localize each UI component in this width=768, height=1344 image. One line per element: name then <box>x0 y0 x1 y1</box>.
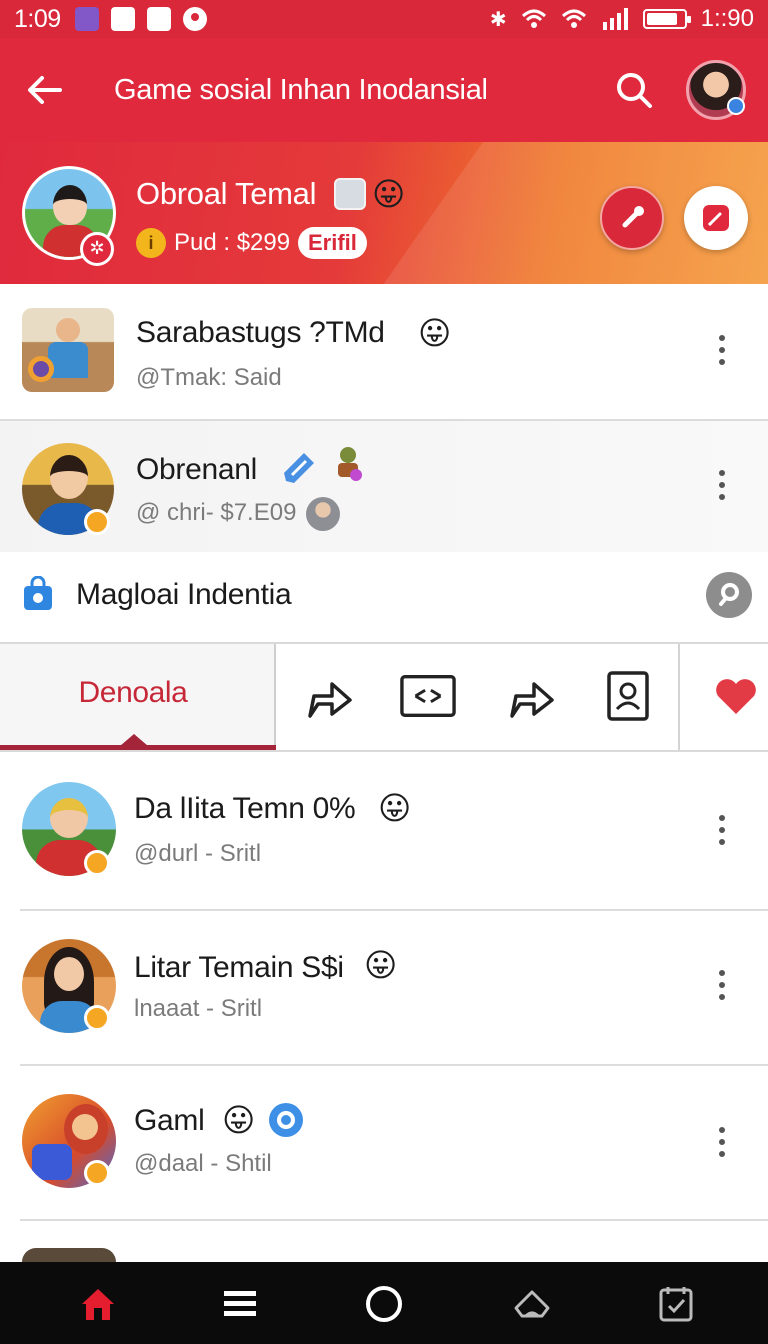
cloud-up-icon <box>514 1290 550 1318</box>
key-icon <box>719 583 739 606</box>
tongue-emoji-icon: 😛 <box>378 790 412 826</box>
notification-icons <box>74 7 207 31</box>
list-item[interactable]: Da lIita Temn 0% 😛 @durl - Sritl <box>0 752 768 910</box>
game-thumbnail <box>22 308 114 392</box>
divider <box>20 1219 768 1221</box>
more-options-icon[interactable] <box>704 961 740 1009</box>
battery-icon <box>642 9 691 29</box>
circle-notification-icon <box>182 7 207 31</box>
tab-favorites[interactable] <box>708 670 764 722</box>
link-badge-icon <box>269 1103 303 1137</box>
contact-name: Obrenanl <box>136 453 258 486</box>
contact-handle: @Tmak: Said <box>136 364 282 391</box>
pencil-tag-icon <box>284 453 314 483</box>
bluetooth-icon: ✱ <box>489 8 507 31</box>
tab-bar: Denoala <box>0 642 768 752</box>
share-arrow-icon <box>510 682 554 718</box>
page-title: Game sosial Inhan Inodansial <box>114 73 488 106</box>
list-item-partial <box>22 1248 116 1262</box>
tab-shuffle[interactable] <box>400 670 456 722</box>
status-badge <box>84 1005 110 1031</box>
edit-profile-button[interactable]: Erifil <box>298 227 367 259</box>
search-button[interactable] <box>612 68 656 112</box>
profile-avatar[interactable] <box>686 60 746 120</box>
list-item[interactable]: Gaml 😛 @daal - Shtil <box>0 1066 768 1220</box>
coin-icon: i <box>136 228 166 258</box>
tab-share-2[interactable] <box>504 670 560 722</box>
share-arrow-icon <box>308 682 352 718</box>
menu-icon <box>224 1291 256 1316</box>
hero-avatar-badge-icon: ✲ <box>80 232 114 266</box>
search-icon <box>617 73 652 108</box>
contact-handle: @durl - Sritl <box>134 840 262 867</box>
tab-share[interactable] <box>302 670 358 722</box>
list-item[interactable]: Obrenanl @ chri- $7.E09 <box>0 421 768 552</box>
nav-upload[interactable] <box>508 1280 556 1328</box>
nav-home-button[interactable] <box>360 1280 408 1328</box>
shuffle-box-icon <box>400 675 456 717</box>
list-item[interactable]: Litar Temain S$i 😛 lnaaat - Sritl <box>0 911 768 1065</box>
bottom-nav <box>0 1262 768 1344</box>
back-button[interactable] <box>22 68 66 112</box>
compose-icon <box>703 205 729 231</box>
mic-button[interactable] <box>600 186 664 250</box>
status-time: 1:09 <box>14 4 61 33</box>
heart-icon <box>716 679 756 714</box>
section-title: Magloai Indentia <box>76 578 292 611</box>
wifi-icon <box>521 9 546 28</box>
game-items-icon <box>338 447 362 481</box>
wifi-icon <box>561 9 586 28</box>
tab-label: Denoala <box>78 676 188 709</box>
contact-name: Litar Temain S$i <box>134 951 344 984</box>
mic-icon <box>622 206 644 228</box>
home-icon <box>82 1289 114 1320</box>
status-bar: 1:09 ✱ 1::90 <box>0 0 768 38</box>
shopping-bag-icon <box>24 576 52 610</box>
section-header: Magloai Indentia <box>0 552 768 642</box>
hero-points: Pud : $299 <box>174 229 291 256</box>
status-badge <box>84 1160 110 1186</box>
system-icons: ✱ 1::90 <box>490 5 754 33</box>
tongue-emoji-icon: 😛 <box>418 315 452 351</box>
more-options-icon[interactable] <box>704 461 740 509</box>
tongue-emoji-icon: 😛 <box>222 1102 256 1138</box>
contact-handle: @ chri- $7.E09 <box>136 499 297 526</box>
nav-calendar[interactable] <box>652 1280 700 1328</box>
app-notification-icon <box>74 7 99 31</box>
signal-icon <box>602 8 628 30</box>
verified-badge-icon <box>727 97 745 115</box>
hero-name: Obroal Temal <box>136 176 317 211</box>
circle-icon <box>366 1286 402 1322</box>
status-badge <box>84 509 110 535</box>
tab-denoala[interactable]: Denoala <box>0 644 276 750</box>
app-bar: Game sosial Inhan Inodansial <box>0 38 768 142</box>
user-card-icon <box>334 178 366 210</box>
small-avatar-icon <box>306 497 340 531</box>
more-options-icon[interactable] <box>704 806 740 854</box>
key-button[interactable] <box>706 572 752 618</box>
status-badge <box>84 850 110 876</box>
more-options-icon[interactable] <box>704 326 740 374</box>
back-arrow-icon <box>28 76 62 104</box>
tongue-emoji-icon: 😛 <box>372 176 406 212</box>
nav-menu[interactable] <box>216 1280 264 1328</box>
contact-name: Gaml <box>134 1104 205 1137</box>
contact-handle: @daal - Shtil <box>134 1150 272 1177</box>
compose-button[interactable] <box>684 186 748 250</box>
chat-notification-icon <box>146 7 171 31</box>
contact-name: Sarabastugs ?TMd <box>136 316 385 349</box>
contact-handle: lnaaat - Sritl <box>134 995 263 1022</box>
tab-divider <box>678 644 680 750</box>
contact-name: Da lIita Temn 0% <box>134 792 356 825</box>
contact-card-icon <box>607 671 649 721</box>
more-options-icon[interactable] <box>704 1118 740 1166</box>
status-clock: 1::90 <box>700 5 754 32</box>
calendar-check-icon <box>659 1287 693 1322</box>
image-notification-icon <box>110 7 135 31</box>
nav-home[interactable] <box>74 1280 122 1328</box>
tongue-emoji-icon: 😛 <box>364 947 398 983</box>
list-item[interactable]: Sarabastugs ?TMd 😛 @Tmak: Said <box>0 284 768 420</box>
tab-contact[interactable] <box>600 670 656 722</box>
